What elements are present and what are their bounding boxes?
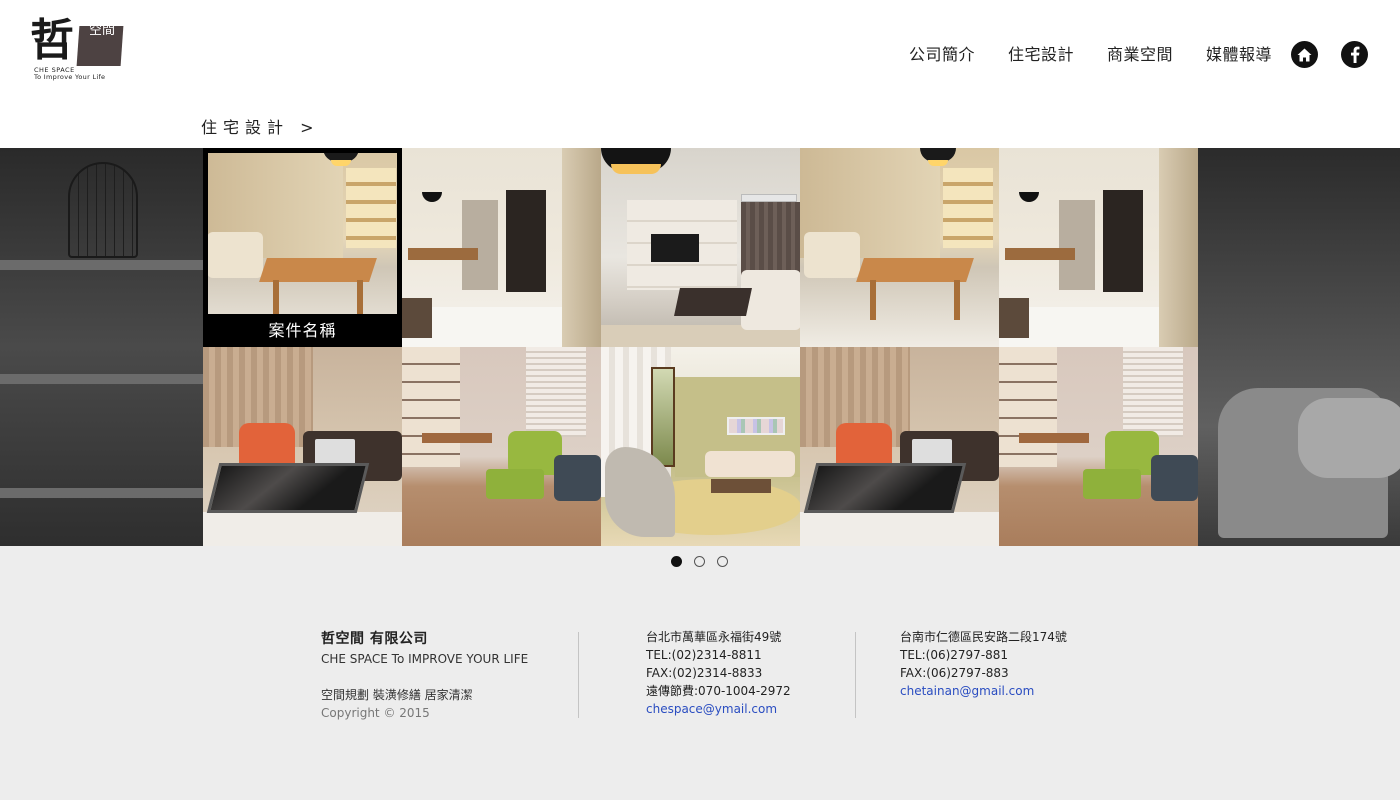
shelf-decor xyxy=(0,260,203,270)
footer-divider xyxy=(855,632,856,718)
main-nav: 公司簡介 住宅設計 商業空間 媒體報導 xyxy=(909,44,1272,66)
tainan-email-link[interactable]: chetainan@gmail.com xyxy=(900,682,1120,700)
shelf-decor xyxy=(0,488,203,498)
sofa-decor xyxy=(1298,398,1400,478)
company-services: 空間規劃 裝潢修繕 居家清潔 xyxy=(321,688,473,702)
project-tile[interactable] xyxy=(203,347,402,546)
project-tile[interactable] xyxy=(601,347,800,546)
home-button[interactable] xyxy=(1291,41,1318,68)
project-tile[interactable] xyxy=(800,347,999,546)
background-photo-left xyxy=(0,148,203,546)
nav-item-residential[interactable]: 住宅設計 xyxy=(1008,44,1074,66)
facebook-icon xyxy=(1350,46,1359,63)
footer-divider xyxy=(578,632,579,718)
tainan-tel: TEL:(06)2797-881 xyxy=(900,648,1009,662)
company-name: 哲空間 有限公司 xyxy=(321,631,428,647)
nav-item-about[interactable]: 公司簡介 xyxy=(909,44,975,66)
logo-box-text: 空間 xyxy=(88,23,115,38)
site-footer: 哲空間 有限公司 CHE SPACE To IMPROVE YOUR LIFE … xyxy=(0,546,1400,800)
project-tile[interactable] xyxy=(402,347,601,546)
facebook-button[interactable] xyxy=(1341,41,1368,68)
taipei-email-link[interactable]: chespace@ymail.com xyxy=(646,700,846,718)
birdcage-decor xyxy=(68,162,138,258)
project-caption: 案件名稱 xyxy=(203,314,402,347)
home-icon xyxy=(1297,48,1312,61)
project-photo xyxy=(203,347,402,546)
project-tile[interactable] xyxy=(800,148,999,347)
background-photo-right xyxy=(1198,148,1400,546)
nav-item-media[interactable]: 媒體報導 xyxy=(1206,44,1272,66)
taipei-fax: FAX:(02)2314-8833 xyxy=(646,666,763,680)
taipei-remote-phone: 遠傳節費:070-1004-2972 xyxy=(646,684,791,698)
shelf-decor xyxy=(0,374,203,384)
company-slogan: CHE SPACE To IMPROVE YOUR LIFE xyxy=(321,652,529,666)
project-tile[interactable] xyxy=(601,148,800,347)
project-grid: 案件名稱 xyxy=(203,148,1198,546)
taipei-tel: TEL:(02)2314-8811 xyxy=(646,648,762,662)
project-tile[interactable] xyxy=(999,148,1198,347)
footer-taipei-office: 台北市萬華區永福街49號 TEL:(02)2314-8811 FAX:(02)2… xyxy=(646,628,846,718)
tainan-fax: FAX:(06)2797-883 xyxy=(900,666,1009,680)
project-photo xyxy=(999,347,1198,546)
project-photo xyxy=(800,347,999,546)
project-photo xyxy=(800,148,999,347)
logo-glyph: 哲 xyxy=(30,15,74,66)
brand-logo[interactable]: 哲 空間 CHE SPACE To Improve Your Life xyxy=(30,15,130,81)
gallery-band: 案件名稱 xyxy=(0,148,1400,546)
nav-item-commercial[interactable]: 商業空間 xyxy=(1107,44,1173,66)
project-tile[interactable] xyxy=(999,347,1198,546)
taipei-address: 台北市萬華區永福街49號 xyxy=(646,630,782,644)
project-photo xyxy=(601,347,800,546)
project-photo xyxy=(402,347,601,546)
copyright: Copyright © 2015 xyxy=(321,706,430,720)
logo-tagline-2: To Improve Your Life xyxy=(34,73,106,81)
site-header: 哲 空間 CHE SPACE To Improve Your Life 公司簡介… xyxy=(0,0,1400,148)
project-tile[interactable]: 案件名稱 xyxy=(203,148,402,347)
project-tile[interactable] xyxy=(402,148,601,347)
project-photo xyxy=(402,148,601,347)
footer-company-info: 哲空間 有限公司 CHE SPACE To IMPROVE YOUR LIFE … xyxy=(321,630,561,722)
breadcrumb[interactable]: 住宅設計 > xyxy=(201,118,320,138)
tainan-address: 台南市仁德區民安路二段174號 xyxy=(900,630,1067,644)
project-photo xyxy=(999,148,1198,347)
project-photo xyxy=(601,148,800,347)
footer-tainan-office: 台南市仁德區民安路二段174號 TEL:(06)2797-881 FAX:(06… xyxy=(900,628,1120,700)
